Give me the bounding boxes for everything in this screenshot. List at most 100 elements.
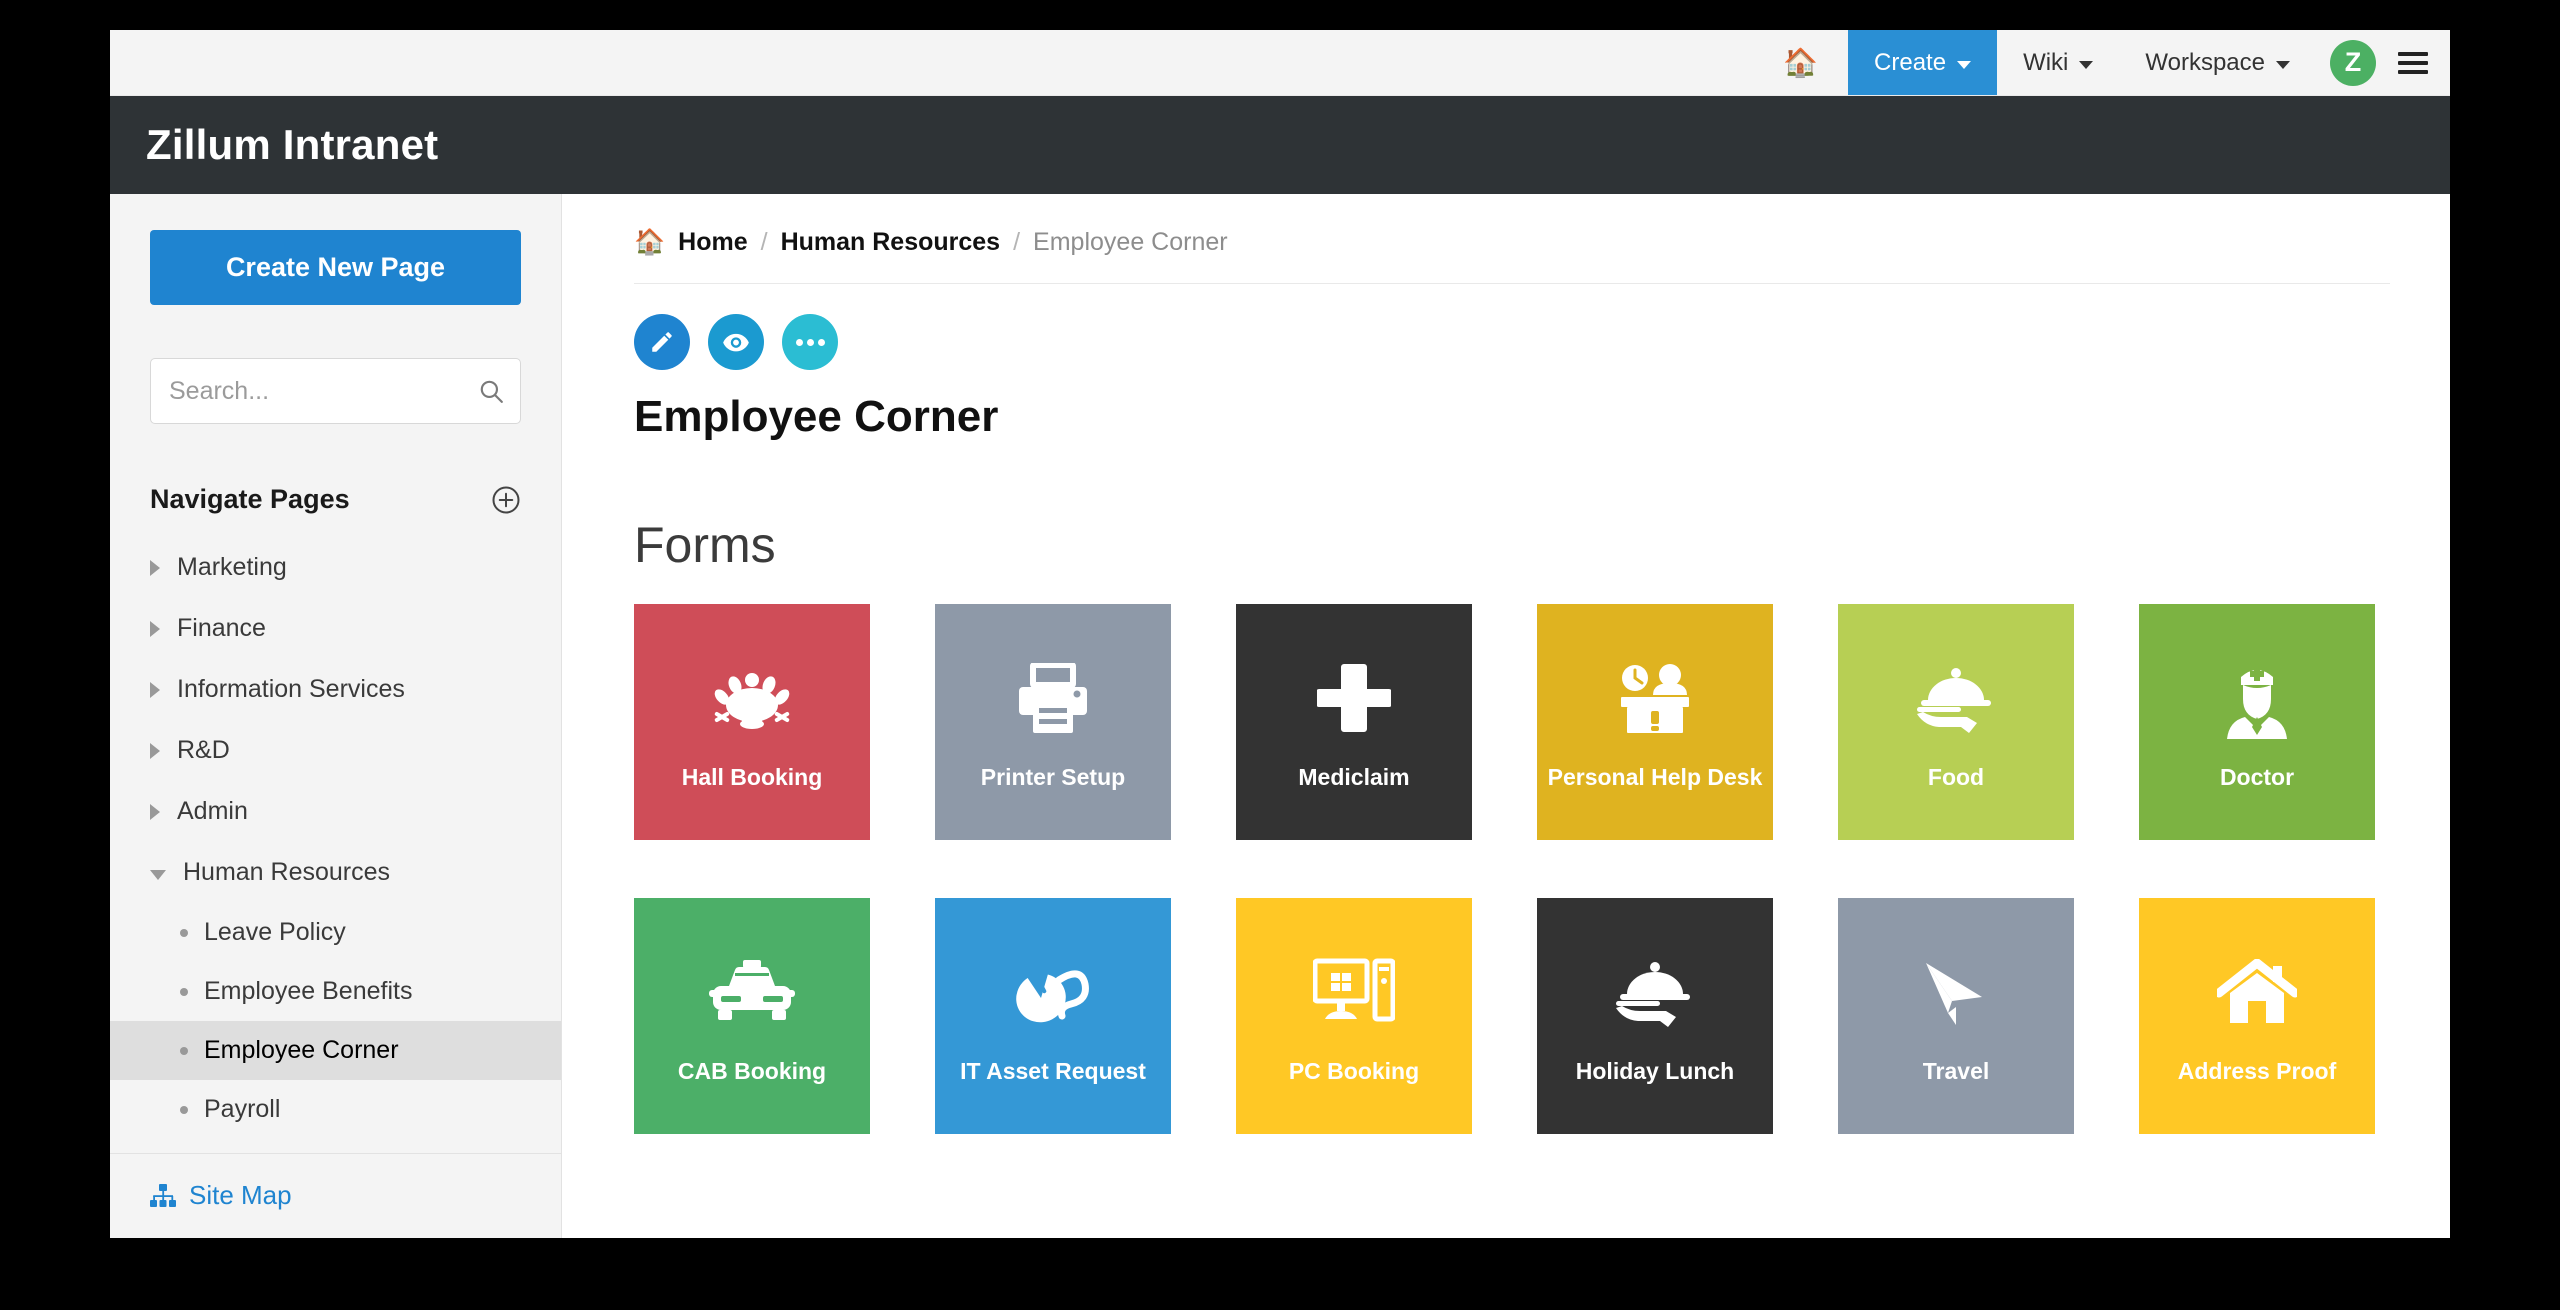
view-page-button[interactable]	[708, 314, 764, 370]
food-tray-icon	[1915, 653, 1997, 745]
tile-printer-setup[interactable]: Printer Setup	[935, 604, 1171, 840]
navigate-pages-title: Navigate Pages	[150, 484, 350, 514]
plus-circle-icon[interactable]	[491, 485, 521, 515]
tile-hall-booking[interactable]: Hall Booking	[634, 604, 870, 840]
edit-page-button[interactable]	[634, 314, 690, 370]
medical-cross-icon	[1317, 653, 1391, 745]
tile-it-asset-request[interactable]: IT Asset Request	[935, 898, 1171, 1134]
bullet-icon	[180, 928, 188, 937]
tile-label: IT Asset Request	[960, 1057, 1146, 1084]
tile-pc-booking[interactable]: PC Booking	[1236, 898, 1472, 1134]
pencil-icon	[652, 332, 672, 352]
tile-label: Personal Help Desk	[1547, 763, 1763, 790]
tree-item-rd[interactable]: R&D	[110, 720, 521, 781]
tile-mediclaim[interactable]: Mediclaim	[1236, 604, 1472, 840]
doctor-icon	[2223, 653, 2291, 745]
navigate-pages-header: Navigate Pages	[150, 484, 521, 515]
sidebar-search	[150, 358, 521, 424]
tile-travel[interactable]: Travel	[1838, 898, 2074, 1134]
main-content: 🏠 Home / Human Resources / Employee Corn…	[562, 194, 2450, 1238]
tree-item-label: Admin	[177, 797, 248, 825]
tile-address-proof[interactable]: Address Proof	[2139, 898, 2375, 1134]
hall-icon	[713, 653, 791, 745]
tree-child-employee-benefits[interactable]: Employee Benefits	[110, 962, 561, 1021]
tile-label: Food	[1927, 763, 1985, 790]
tile-label: Doctor	[2219, 763, 2295, 790]
nav-workspace-label: Workspace	[2145, 48, 2265, 76]
tree-item-human-resources[interactable]: Human Resources	[110, 842, 521, 903]
chevron-down-icon	[1957, 60, 1972, 69]
sitemap-link[interactable]: Site Map	[150, 1154, 521, 1211]
avatar[interactable]: Z	[2330, 39, 2376, 86]
breadcrumb: 🏠 Home / Human Resources / Employee Corn…	[634, 228, 2390, 284]
nav-workspace-menu[interactable]: Workspace	[2119, 30, 2316, 95]
navbar-right-group: Z	[2316, 30, 2450, 95]
tile-doctor[interactable]: Doctor	[2139, 604, 2375, 840]
tree-item-label: Finance	[177, 614, 266, 642]
page-action-buttons	[634, 314, 2390, 370]
tree-item-label: R&D	[177, 736, 230, 764]
breadcrumb-separator: /	[760, 228, 768, 256]
tile-label: Address Proof	[2177, 1057, 2337, 1084]
tree-child-employee-corner[interactable]: Employee Corner	[110, 1021, 561, 1080]
breadcrumb-home[interactable]: Home	[678, 228, 747, 257]
breadcrumb-separator: /	[1013, 228, 1021, 256]
chevron-down-icon	[150, 869, 166, 880]
tile-food[interactable]: Food	[1838, 604, 2074, 840]
sitemap-label: Site Map	[189, 1180, 292, 1210]
tile-label: CAB Booking	[677, 1057, 827, 1084]
chevron-down-icon	[2276, 60, 2290, 69]
chevron-right-icon	[150, 742, 160, 759]
tree-child-label: Employee Corner	[204, 1036, 399, 1064]
nav-create-menu[interactable]: Create	[1848, 30, 1998, 95]
tree-item-admin[interactable]: Admin	[110, 781, 521, 842]
ellipsis-icon	[795, 338, 825, 346]
tile-label: Holiday Lunch	[1575, 1057, 1735, 1084]
body-layout: Create New Page Navigate Pages	[110, 194, 2450, 1238]
bullet-icon	[180, 987, 188, 996]
tree-item-marketing[interactable]: Marketing	[110, 537, 521, 598]
search-input[interactable]	[150, 358, 521, 424]
mouse-icon	[1013, 947, 1093, 1039]
desktop-pc-icon	[1313, 947, 1395, 1039]
tree-child-payroll[interactable]: Payroll	[110, 1080, 561, 1139]
section-title: Forms	[634, 517, 776, 573]
chevron-right-icon	[150, 559, 160, 576]
tree-item-label: Marketing	[177, 553, 287, 581]
tile-holiday-lunch[interactable]: Holiday Lunch	[1537, 898, 1773, 1134]
nav-wiki-menu[interactable]: Wiki	[1997, 30, 2119, 95]
hamburger-icon[interactable]	[2398, 51, 2428, 74]
tile-label: Travel	[1922, 1057, 1990, 1084]
tree-child-leave-policy[interactable]: Leave Policy	[110, 903, 561, 962]
nav-wiki-label: Wiki	[2023, 48, 2069, 76]
eye-icon	[723, 333, 749, 352]
tree-child-label: Payroll	[204, 1095, 281, 1123]
chevron-right-icon	[150, 681, 160, 698]
taxi-icon	[709, 947, 795, 1039]
site-title: Zillum Intranet	[146, 121, 439, 168]
bullet-icon	[180, 1046, 188, 1055]
site-header: Zillum Intranet	[110, 96, 2450, 194]
sitemap-icon	[150, 1183, 176, 1207]
tree-item-label: Human Resources	[183, 858, 391, 886]
tile-cab-booking[interactable]: CAB Booking	[634, 898, 870, 1134]
more-options-button[interactable]	[782, 314, 838, 370]
tile-personal-help-desk[interactable]: Personal Help Desk	[1537, 604, 1773, 840]
chevron-down-icon	[2079, 60, 2094, 69]
tree-item-information-services[interactable]: Information Services	[110, 659, 521, 720]
create-new-page-button[interactable]: Create New Page	[150, 230, 521, 305]
bullet-icon	[180, 1105, 188, 1114]
tree-child-label: Leave Policy	[204, 918, 346, 946]
tree-child-label: Employee Benefits	[204, 977, 413, 1005]
home-icon: 🏠	[1783, 46, 1819, 78]
printer-icon	[1015, 653, 1091, 745]
chevron-right-icon	[150, 803, 160, 820]
tree-item-finance[interactable]: Finance	[110, 598, 521, 659]
breadcrumb-current: Employee Corner	[1033, 228, 1228, 256]
home-icon: 🏠	[634, 228, 666, 256]
tile-label: PC Booking	[1288, 1057, 1420, 1084]
food-tray-icon	[1614, 947, 1696, 1039]
nav-home-button[interactable]: 🏠	[1753, 30, 1848, 95]
breadcrumb-human-resources[interactable]: Human Resources	[781, 228, 1001, 257]
page-tree: Marketing Finance Information Services R…	[110, 537, 561, 1139]
